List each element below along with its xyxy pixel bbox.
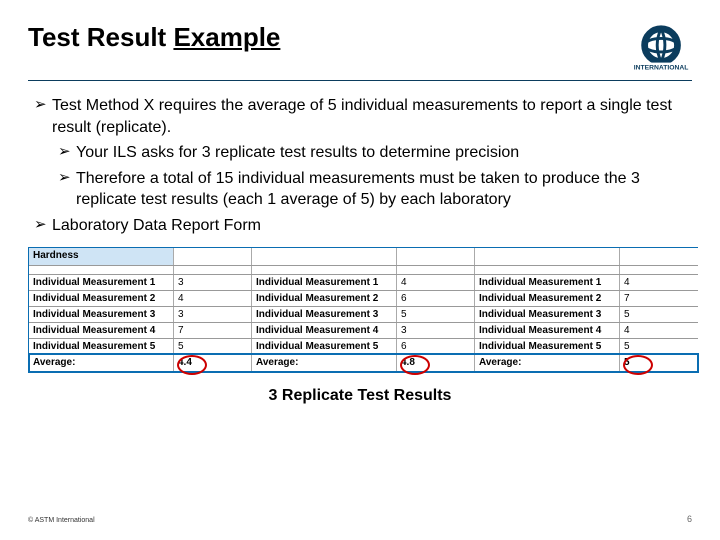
avg-label: Average:: [252, 355, 397, 372]
bullet-1: Test Method X requires the average of 5 …: [28, 95, 692, 138]
bullet-1-2: Therefore a total of 15 individual measu…: [28, 168, 692, 211]
cell: 7: [620, 291, 698, 306]
title-part2: Example: [173, 22, 280, 52]
cell: 3: [174, 307, 252, 322]
cell: 4: [397, 275, 475, 290]
bullet-1-1: Your ILS asks for 3 replicate test resul…: [28, 142, 692, 164]
cell: 4: [620, 275, 698, 290]
cell: 4: [620, 323, 698, 338]
row-label: Individual Measurement 1: [475, 275, 620, 290]
cell: 4: [174, 291, 252, 306]
row-label: Individual Measurement 2: [475, 291, 620, 306]
cell: 7: [174, 323, 252, 338]
footer-copyright: © ASTM International: [28, 517, 95, 524]
cell: 3: [397, 323, 475, 338]
row-label: Individual Measurement 1: [252, 275, 397, 290]
svg-text:INTERNATIONAL: INTERNATIONAL: [634, 64, 688, 70]
avg-cell: 4.8: [397, 355, 475, 372]
cell: 5: [620, 307, 698, 322]
astm-logo-icon: INTERNATIONAL: [634, 22, 692, 70]
row-label: Individual Measurement 4: [475, 323, 620, 338]
row-label: Individual Measurement 2: [252, 291, 397, 306]
cell: 5: [174, 339, 252, 354]
row-label: Individual Measurement 3: [475, 307, 620, 322]
bullet-2: Laboratory Data Report Form: [28, 215, 692, 237]
row-label: Individual Measurement 3: [252, 307, 397, 322]
title-divider: [28, 80, 692, 81]
page-title: Test Result Example: [28, 22, 280, 53]
cell: 6: [397, 291, 475, 306]
cell: 6: [397, 339, 475, 354]
avg-label: Average:: [29, 355, 174, 372]
row-label: Individual Measurement 5: [252, 339, 397, 354]
avg-label: Average:: [475, 355, 620, 372]
avg-cell: 4.4: [174, 355, 252, 372]
table-header-hardness: Hardness: [29, 248, 174, 265]
row-label: Individual Measurement 3: [29, 307, 174, 322]
avg-cell: 5: [620, 355, 698, 372]
row-label: Individual Measurement 4: [252, 323, 397, 338]
table-caption: 3 Replicate Test Results: [28, 387, 692, 405]
cell: 3: [174, 275, 252, 290]
row-label: Individual Measurement 4: [29, 323, 174, 338]
row-label: Individual Measurement 5: [29, 339, 174, 354]
bullet-list: Test Method X requires the average of 5 …: [28, 95, 692, 237]
row-label: Individual Measurement 1: [29, 275, 174, 290]
data-table: Hardness Individual Measurement 1 3 Indi…: [28, 247, 698, 373]
row-label: Individual Measurement 5: [475, 339, 620, 354]
cell: 5: [397, 307, 475, 322]
page-number: 6: [687, 514, 692, 524]
cell: 5: [620, 339, 698, 354]
row-label: Individual Measurement 2: [29, 291, 174, 306]
title-part1: Test Result: [28, 22, 173, 52]
